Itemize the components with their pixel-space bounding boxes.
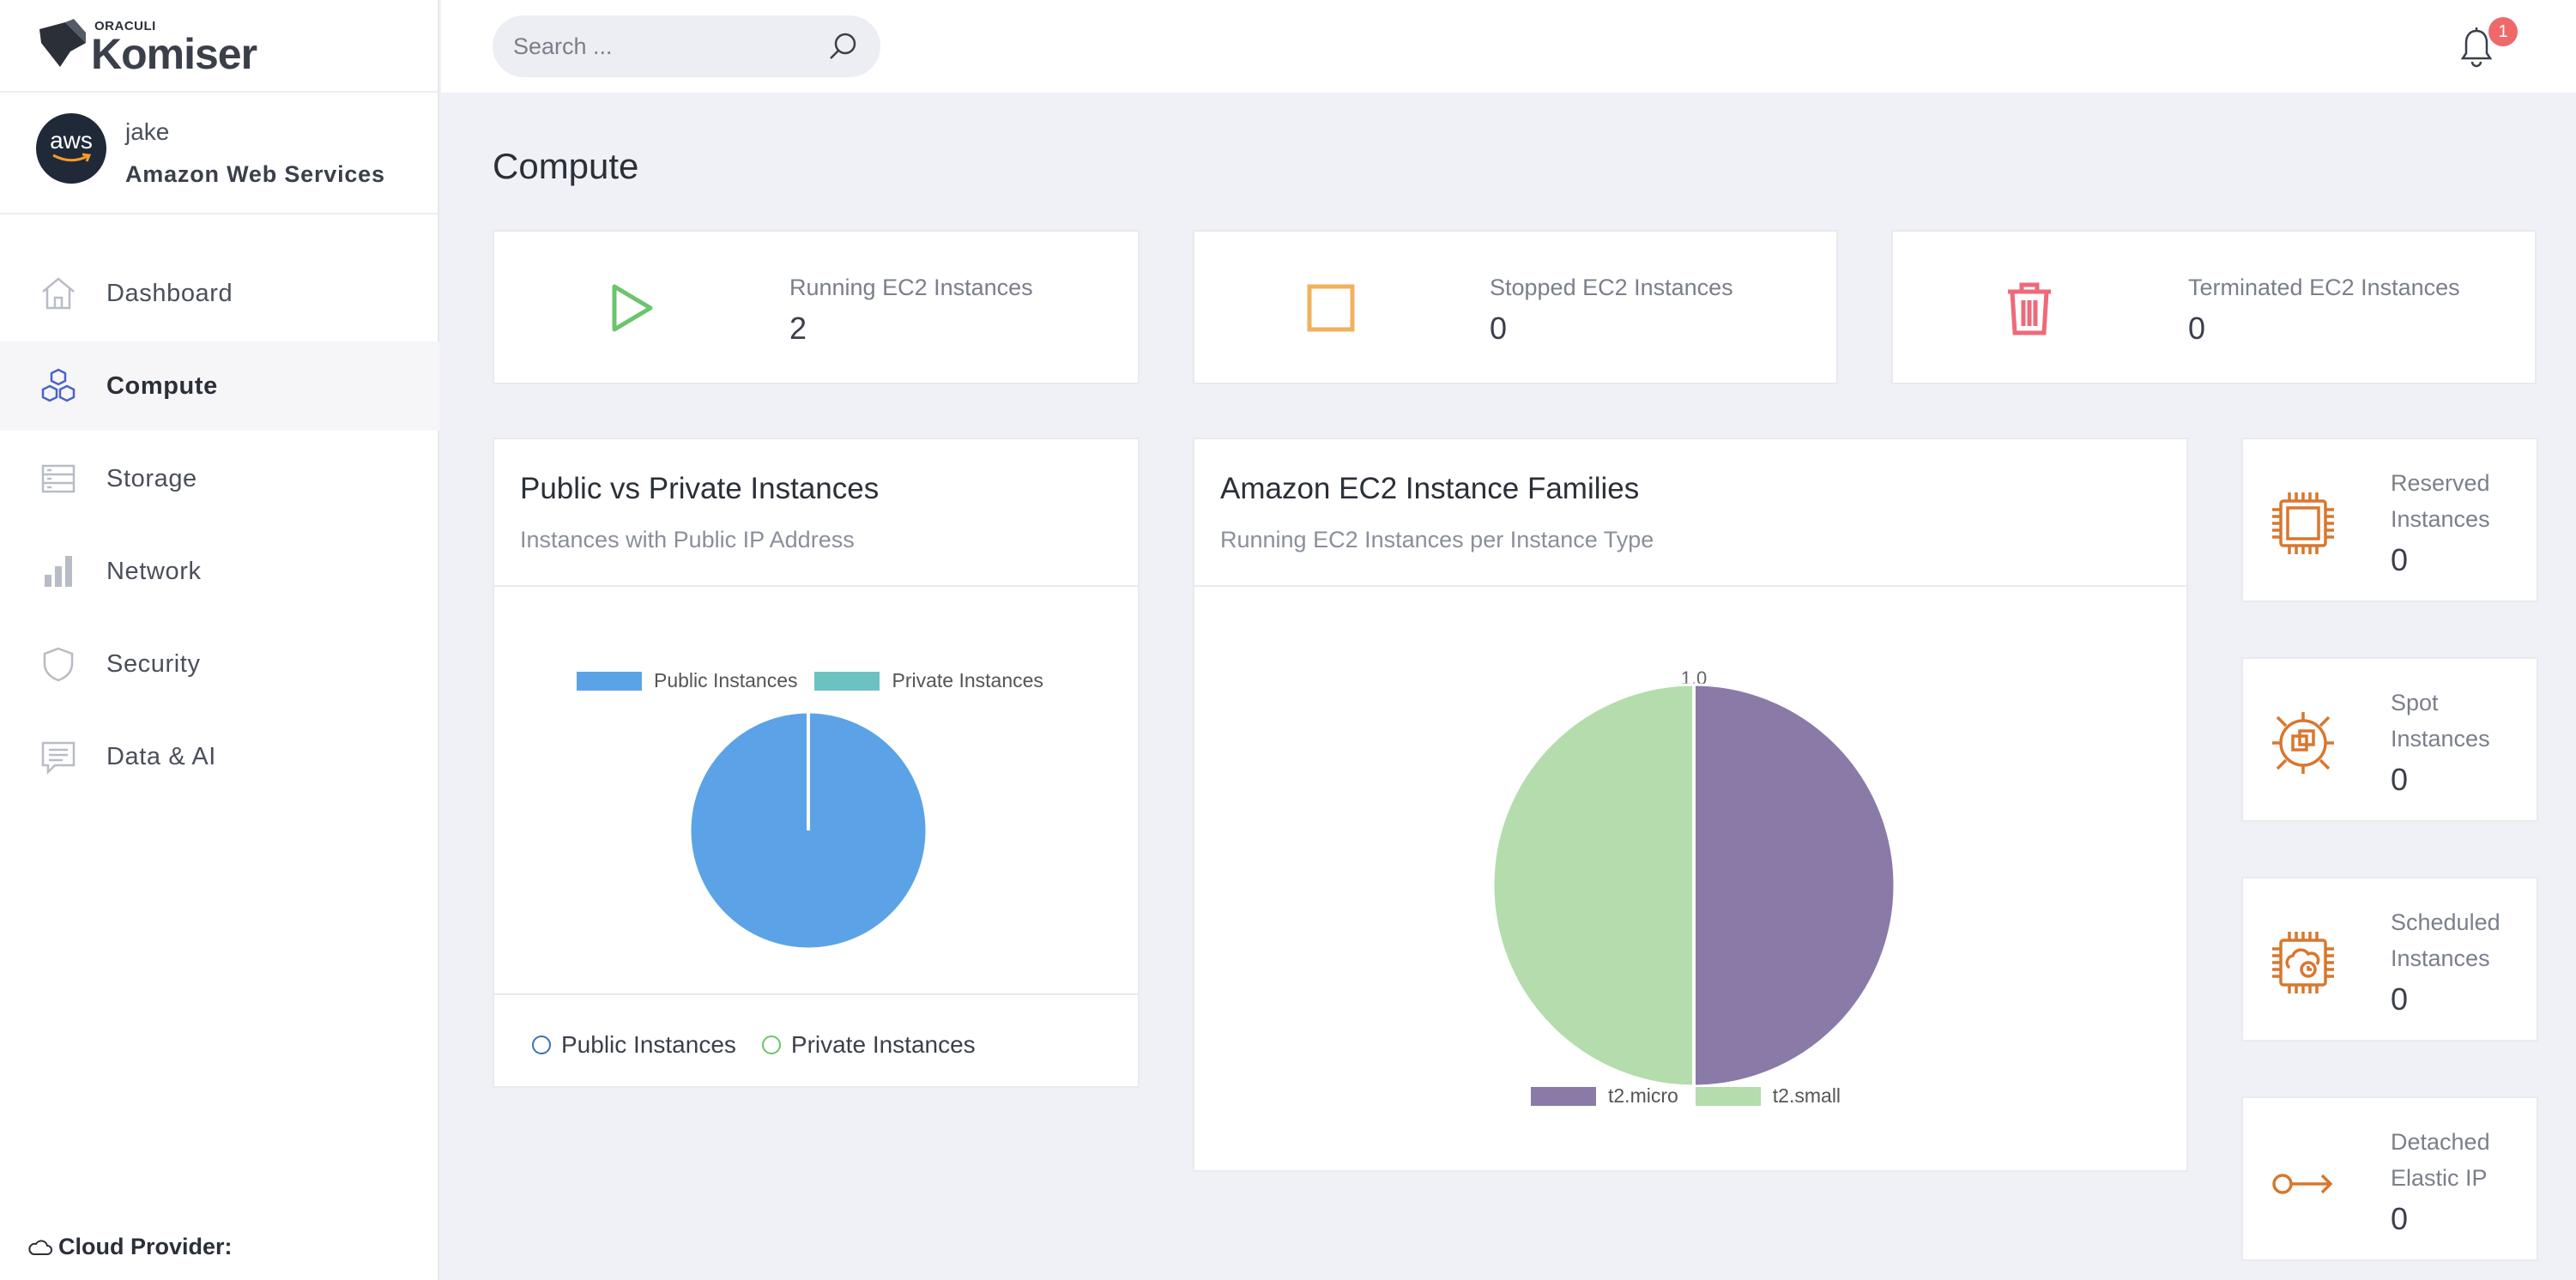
cloud-provider-label: Cloud Provider:	[58, 1234, 233, 1259]
search-box[interactable]	[493, 15, 880, 77]
cubes-icon	[41, 368, 76, 402]
side-stat-value: 0	[2391, 981, 2409, 1017]
topbar: 1	[441, 0, 2576, 93]
panel-subtitle: Running EC2 Instances per Instance Type	[1220, 527, 1654, 552]
legend-ring	[532, 1035, 551, 1054]
stop-icon	[1307, 284, 1355, 332]
scheduled-chip-icon	[2272, 932, 2334, 993]
scheduled-instances-card[interactable]: Scheduled Instances 0	[2241, 877, 2538, 1042]
stat-value: 2	[789, 311, 807, 346]
legend-swatch	[814, 671, 880, 691]
chart-legend: t2.micro t2.small	[1531, 1084, 1841, 1108]
sidebar-item-dashboard[interactable]: Dashboard	[0, 249, 439, 338]
side-stat-value: 0	[2391, 542, 2409, 577]
running-instances-card[interactable]: Running EC2 Instances 2	[493, 230, 1140, 384]
avatar: aws	[36, 113, 106, 184]
legend-label[interactable]: t2.micro	[1608, 1084, 1678, 1108]
sidebar-nav: Dashboard Compute Storage Network Securi…	[0, 249, 439, 805]
panel-title: Public vs Private Instances	[520, 472, 880, 505]
notification-badge[interactable]: 1	[2488, 17, 2518, 46]
search-icon[interactable]	[825, 29, 860, 63]
panel-subtitle: Instances with Public IP Address	[520, 527, 855, 552]
legend-label[interactable]: t2.small	[1773, 1084, 1841, 1108]
avatar-text: aws	[50, 127, 93, 154]
sidebar-item-storage[interactable]: Storage	[0, 434, 439, 523]
side-stat-label: Scheduled Instances	[2391, 909, 2500, 971]
panel-divider	[494, 993, 1138, 995]
account-provider: Amazon Web Services	[125, 161, 385, 187]
page-title: Compute	[493, 146, 639, 186]
chip-icon	[2272, 492, 2334, 554]
sidebar-item-label: Data & AI	[106, 742, 216, 770]
legend-swatch	[1531, 1086, 1596, 1106]
pie-slice-t2-micro[interactable]	[1692, 683, 1896, 1088]
account-user: jake	[125, 118, 170, 145]
side-stat-value: 0	[2391, 1201, 2409, 1236]
stat-label: Running EC2 Instances	[789, 275, 1033, 300]
trash-icon	[2008, 282, 2051, 335]
stopped-instances-card[interactable]: Stopped EC2 Instances 0	[1193, 230, 1838, 384]
side-stat-label: Reserved Instances	[2391, 470, 2490, 532]
sidebar-item-label: Storage	[106, 464, 197, 492]
instance-families-panel: Amazon EC2 Instance Families Running EC2…	[1193, 438, 2188, 1172]
detached-elastic-ip-card[interactable]: Detached Elastic IP 0	[2241, 1096, 2538, 1261]
legend-swatch	[577, 671, 642, 691]
terminated-instances-card[interactable]: Terminated EC2 Instances 0	[1891, 230, 2537, 384]
spot-instances-card[interactable]: Spot Instances 0	[2241, 657, 2538, 822]
stat-value: 0	[2188, 311, 2206, 346]
sidebar-item-data-ai[interactable]: Data & AI	[0, 712, 439, 801]
key-arrow-icon	[2272, 1174, 2333, 1194]
sidebar-item-network[interactable]: Network	[0, 527, 439, 616]
sidebar-item-compute[interactable]: Compute	[0, 341, 439, 431]
home-icon	[42, 277, 75, 310]
spot-target-icon	[2272, 712, 2334, 774]
aws-smile-icon	[52, 153, 91, 162]
sidebar-item-label: Compute	[106, 371, 218, 400]
sidebar-item-security[interactable]: Security	[0, 619, 439, 709]
legend-swatch	[1695, 1086, 1761, 1106]
account-panel[interactable]: aws jake Amazon Web Services	[0, 93, 438, 214]
legend-label: Public Instances	[561, 1031, 736, 1058]
storage-icon	[41, 464, 76, 493]
side-stat-label: Spot Instances	[2391, 690, 2490, 752]
chart-legend: Public Instances Private Instances	[577, 669, 1043, 692]
footer-legend-private[interactable]: Private Instances	[761, 1031, 976, 1059]
brand[interactable]: ORACULI Komiser	[0, 0, 438, 93]
footer-legend: Public Instances Private Instances	[532, 1031, 976, 1059]
footer-legend-public[interactable]: Public Instances	[532, 1031, 736, 1059]
sidebar-item-label: Network	[106, 557, 202, 585]
stat-value: 0	[1490, 311, 1508, 346]
cloud-icon	[28, 1239, 52, 1255]
pie-slice-t2-small[interactable]	[1491, 683, 1696, 1088]
legend-label[interactable]: Private Instances	[892, 669, 1043, 692]
sidebar: ORACULI Komiser aws jake Amazon Web Serv…	[0, 0, 439, 1280]
brand-name: Komiser	[91, 30, 257, 78]
message-icon	[41, 741, 76, 776]
bar-chart-icon	[45, 556, 72, 587]
instance-families-pie: 1.0	[1491, 667, 1896, 1088]
legend-label[interactable]: Public Instances	[654, 669, 797, 692]
sidebar-item-label: Security	[106, 649, 201, 678]
search-input[interactable]	[513, 15, 822, 77]
shield-icon	[43, 647, 74, 682]
side-stat-label: Detached Elastic IP	[2391, 1129, 2490, 1191]
legend-ring	[761, 1035, 781, 1054]
panel-title: Amazon EC2 Instance Families	[1220, 472, 1640, 505]
public-private-panel: Public vs Private Instances Instances wi…	[493, 438, 1140, 1088]
stat-label: Terminated EC2 Instances	[2188, 275, 2460, 300]
public-private-pie	[688, 710, 928, 951]
sidebar-item-label: Dashboard	[106, 279, 233, 307]
panel-divider	[1194, 585, 2186, 587]
side-stat-value: 0	[2391, 762, 2409, 797]
komiser-logo-icon	[39, 19, 86, 67]
panel-divider	[494, 585, 1138, 587]
stat-label: Stopped EC2 Instances	[1490, 275, 1733, 300]
legend-label: Private Instances	[790, 1031, 976, 1058]
play-icon	[612, 284, 653, 332]
reserved-instances-card[interactable]: Reserved Instances 0	[2241, 438, 2538, 602]
cloud-provider[interactable]: Cloud Provider:	[27, 1234, 233, 1260]
